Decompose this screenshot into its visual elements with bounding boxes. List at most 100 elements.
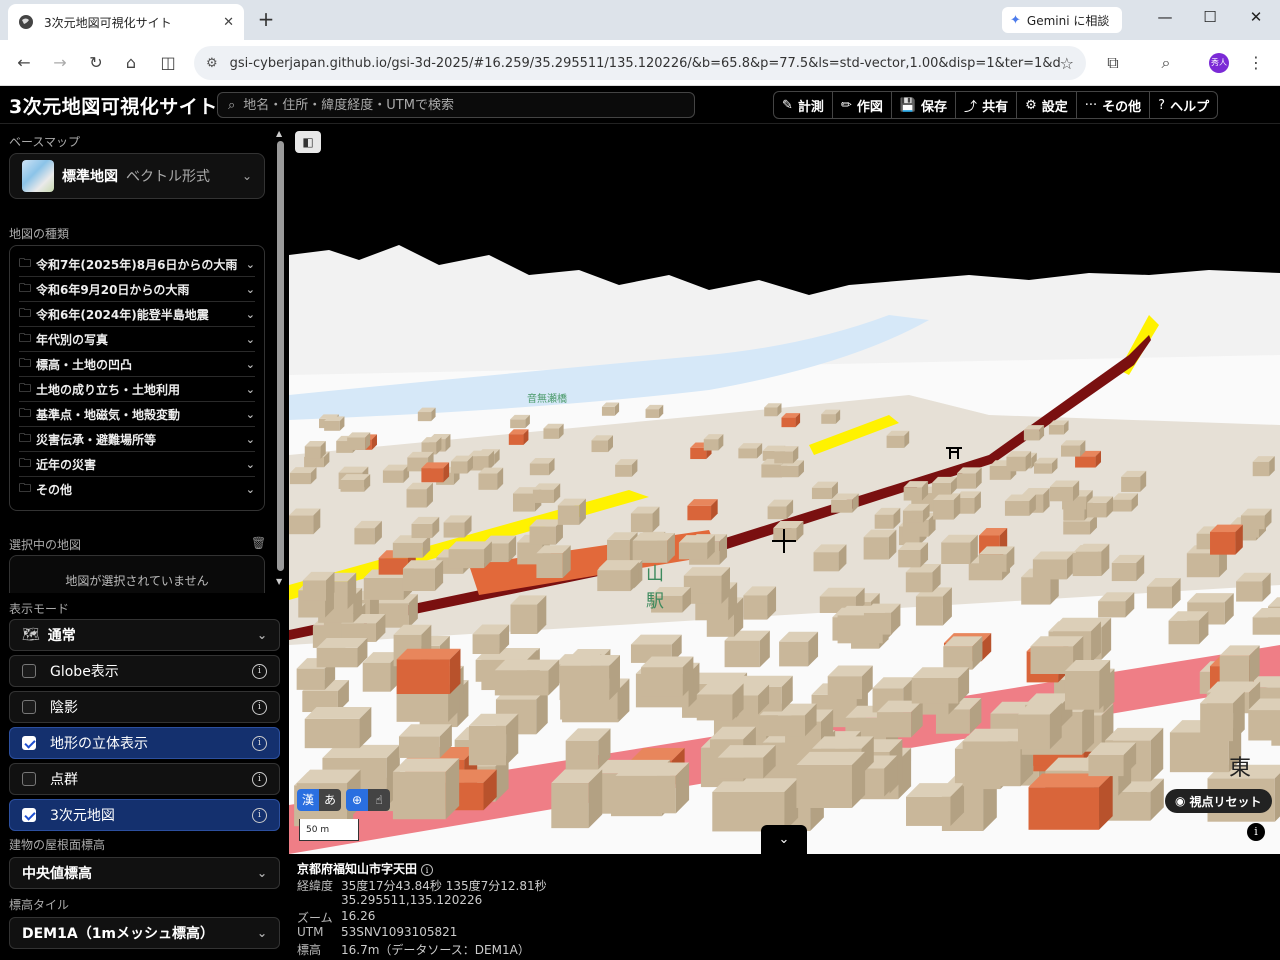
kanji-button[interactable]: 漢 (297, 789, 319, 811)
split-view-icon[interactable]: ◫ (156, 51, 180, 75)
profile-avatar[interactable]: 秀人 (1209, 53, 1229, 73)
hillshade-toggle[interactable]: 陰影 i (9, 691, 280, 723)
folder-icon: 🗀 (19, 481, 32, 495)
browser-tab-bar: 3次元地図可視化サイト ✕ + ✦ Gemini に相談 — ☐ ✕ (0, 0, 1280, 40)
hand-icon[interactable]: ☝ (368, 789, 390, 811)
more-icon: ··· (1084, 97, 1098, 113)
map-3d-scene[interactable]: 音無瀬橋 山 駅 東 (289, 125, 1280, 854)
collapse-panel-icon[interactable]: ⌄ (761, 825, 807, 854)
save-button[interactable]: 💾 保存 (892, 92, 957, 118)
maptype-item[interactable]: 🗀 令和6年(2024年)能登半島地震 ⌄ (19, 302, 255, 327)
more-button[interactable]: ··· その他 (1077, 92, 1151, 118)
measure-button[interactable]: ✎ 計測 (774, 92, 833, 118)
globe-toggle[interactable]: Globe表示 i (9, 655, 280, 687)
back-icon[interactable]: ← (12, 51, 36, 75)
roof-elevation-select[interactable]: 中央値標高 ⌄ (9, 857, 280, 889)
maptype-label: 令和6年(2024年)能登半島地震 (36, 307, 209, 322)
maptype-item[interactable]: 🗀 標高・土地の凹凸 ⌄ (19, 352, 255, 377)
elevation-tile-select[interactable]: DEM1A（1mメッシュ標高） ⌄ (9, 917, 280, 949)
checkbox[interactable] (22, 664, 36, 678)
info-icon[interactable]: i (421, 864, 434, 876)
map-label-station-2: 駅 (646, 591, 664, 612)
map-label-east: 東 (1229, 756, 1251, 781)
scale-bar: 50 m (299, 819, 359, 841)
address-line: 京都府福知山市字天田 i (297, 860, 434, 877)
app-title: 3次元地図可視化サイト (9, 96, 218, 118)
cast-search-icon[interactable]: ⌕ (1154, 51, 1178, 75)
draw-button[interactable]: ✏ 作図 (833, 92, 892, 118)
search-input[interactable] (243, 97, 664, 113)
help-button[interactable]: ? ヘルプ (1150, 92, 1217, 118)
maximize-icon[interactable]: ☐ (1195, 8, 1225, 26)
maptype-item[interactable]: 🗀 令和6年9月20日からの大雨 ⌄ (19, 277, 255, 302)
more-label: その他 (1102, 99, 1142, 115)
map-viewport[interactable]: 音無瀬橋 山 駅 東 ◧ 漢 あ ⊕ ☝ 50 m ◉ 視点リセット i ⌄ (289, 125, 1280, 854)
map-label-bridge: 音無瀬橋 (527, 392, 567, 405)
scroll-down-icon[interactable]: ▼ (276, 577, 282, 586)
display-mode-select[interactable]: 🗺 通常 ⌄ (9, 619, 280, 651)
scroll-up-icon[interactable]: ▲ (276, 129, 282, 138)
sidebar-scrollbar[interactable]: ▲ ▼ (274, 125, 286, 595)
info-key: 標高 (297, 943, 322, 957)
folder-icon: 🗀 (19, 255, 32, 270)
pointcloud-toggle[interactable]: 点群 i (9, 763, 280, 795)
browser-menu-icon[interactable]: ⋮ (1244, 51, 1268, 75)
search-box[interactable]: ⌕ (217, 92, 695, 118)
checkbox[interactable] (22, 772, 36, 786)
new-tab-button[interactable]: + (254, 8, 278, 32)
info-value: 35度17分43.84秒 135度7分12.81秒 (341, 879, 547, 893)
share-button[interactable]: ⤴ 共有 (956, 92, 1018, 118)
chevron-down-icon: ⌄ (245, 407, 255, 421)
sidebar-toggle-icon[interactable]: ◧ (295, 131, 321, 153)
info-icon[interactable]: i (252, 699, 267, 715)
attribution-info-icon[interactable]: i (1247, 823, 1265, 841)
checkbox[interactable] (22, 700, 36, 714)
maptype-item[interactable]: 🗀 その他 ⌄ (19, 477, 255, 502)
info-icon[interactable]: i (252, 771, 267, 787)
info-icon[interactable]: i (252, 807, 267, 823)
close-window-icon[interactable]: ✕ (1241, 8, 1271, 26)
checkbox[interactable] (22, 736, 36, 750)
bookmark-star-icon[interactable]: ☆ (1060, 54, 1074, 73)
info-value: 16.26 (341, 909, 376, 923)
share-label: 共有 (982, 99, 1009, 115)
basemap-thumbnail (22, 160, 54, 192)
maptype-item[interactable]: 🗀 基準点・地磁気・地殻変動 ⌄ (19, 402, 255, 427)
interaction-switch[interactable]: ⊕ ☝ (346, 789, 390, 811)
maptype-item[interactable]: 🗀 災害伝承・避難場所等 ⌄ (19, 427, 255, 452)
globe-icon (19, 15, 33, 29)
maptype-item[interactable]: 🗀 土地の成り立ち・土地利用 ⌄ (19, 377, 255, 402)
checkbox[interactable] (22, 808, 36, 822)
home-icon[interactable]: ⌂ (119, 51, 143, 75)
reload-icon[interactable]: ↻ (84, 51, 108, 75)
info-icon[interactable]: i (252, 663, 267, 679)
eye-icon: ◉ (1175, 794, 1186, 808)
info-icon[interactable]: i (252, 735, 267, 751)
map-3d-toggle[interactable]: 3次元地図 i (9, 799, 280, 831)
url-field[interactable]: ⚙ gsi-cyberjapan.github.io/gsi-3d-2025/#… (194, 46, 1086, 80)
site-settings-icon[interactable]: ⚙ (206, 56, 218, 71)
minimize-icon[interactable]: — (1150, 8, 1180, 26)
hiragana-button[interactable]: あ (319, 789, 341, 811)
help-icon: ? (1158, 97, 1166, 113)
basemap-selector[interactable]: 標準地図 ベクトル形式 ⌄ (9, 153, 265, 199)
settings-button[interactable]: ⚙ 設定 (1017, 92, 1077, 118)
maptype-item[interactable]: 🗀 近年の災害 ⌄ (19, 452, 255, 477)
elevation-tile-value: DEM1A（1mメッシュ標高） (22, 926, 215, 942)
terrain-3d-toggle[interactable]: 地形の立体表示 i (9, 727, 280, 759)
trash-icon[interactable]: 🗑 (251, 536, 266, 550)
view-reset-button[interactable]: ◉ 視点リセット (1165, 789, 1272, 813)
maptype-item[interactable]: 🗀 年代別の写真 ⌄ (19, 327, 255, 352)
forward-icon[interactable]: → (48, 51, 72, 75)
maptype-label: 基準点・地磁気・地殻変動 (36, 407, 181, 422)
basemap-section-label: ベースマップ (9, 135, 81, 149)
browser-tab[interactable]: 3次元地図可視化サイト ✕ (8, 4, 244, 40)
maptype-item[interactable]: 🗀 令和7年(2025年)8月6日からの大雨 ⌄ (19, 252, 255, 277)
gemini-button[interactable]: ✦ Gemini に相談 (1002, 7, 1122, 33)
scroll-thumb[interactable] (277, 141, 284, 571)
label-language-switch[interactable]: 漢 あ (297, 789, 341, 811)
locate-icon[interactable]: ⊕ (346, 789, 368, 811)
folder-icon: 🗀 (19, 430, 32, 445)
close-tab-icon[interactable]: ✕ (223, 15, 234, 30)
extensions-icon[interactable]: ⧉ (1101, 51, 1125, 75)
